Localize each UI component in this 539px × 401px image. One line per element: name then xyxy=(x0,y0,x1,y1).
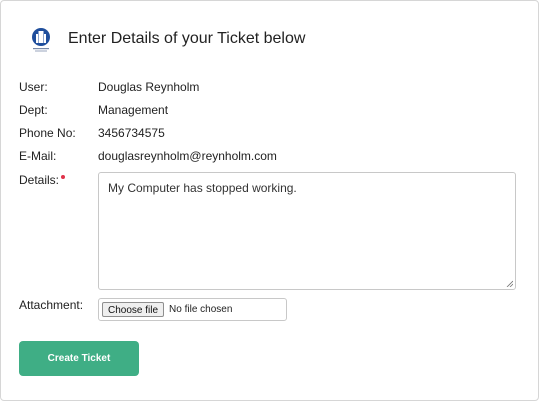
details-label: Details: xyxy=(19,173,60,187)
ticket-form-card: Enter Details of your Ticket below User:… xyxy=(0,0,539,401)
form-header xyxy=(30,27,52,53)
dept-label: Dept: xyxy=(19,103,48,117)
file-input[interactable]: Choose file No file chosen xyxy=(98,298,287,321)
attachment-label: Attachment: xyxy=(19,298,84,312)
dept-value: Management xyxy=(98,103,169,117)
university-crest-icon xyxy=(30,27,52,53)
details-text: My Computer has stopped working. xyxy=(108,181,297,195)
resize-handle-icon[interactable] xyxy=(506,280,513,287)
phone-value: 3456734575 xyxy=(98,126,165,140)
phone-label: Phone No: xyxy=(19,126,76,140)
required-marker-icon xyxy=(61,175,66,179)
details-textarea[interactable]: My Computer has stopped working. xyxy=(98,172,516,290)
file-status: No file chosen xyxy=(169,304,233,315)
choose-file-button[interactable]: Choose file xyxy=(102,302,165,317)
details-label-row: Details: xyxy=(19,173,66,187)
email-value: douglasreynholm@reynholm.com xyxy=(98,149,277,163)
email-label: E-Mail: xyxy=(19,149,57,163)
user-value: Douglas Reynholm xyxy=(98,80,200,94)
page-title: Enter Details of your Ticket below xyxy=(68,30,306,47)
user-label: User: xyxy=(19,80,48,94)
create-ticket-button[interactable]: Create Ticket xyxy=(19,341,139,376)
